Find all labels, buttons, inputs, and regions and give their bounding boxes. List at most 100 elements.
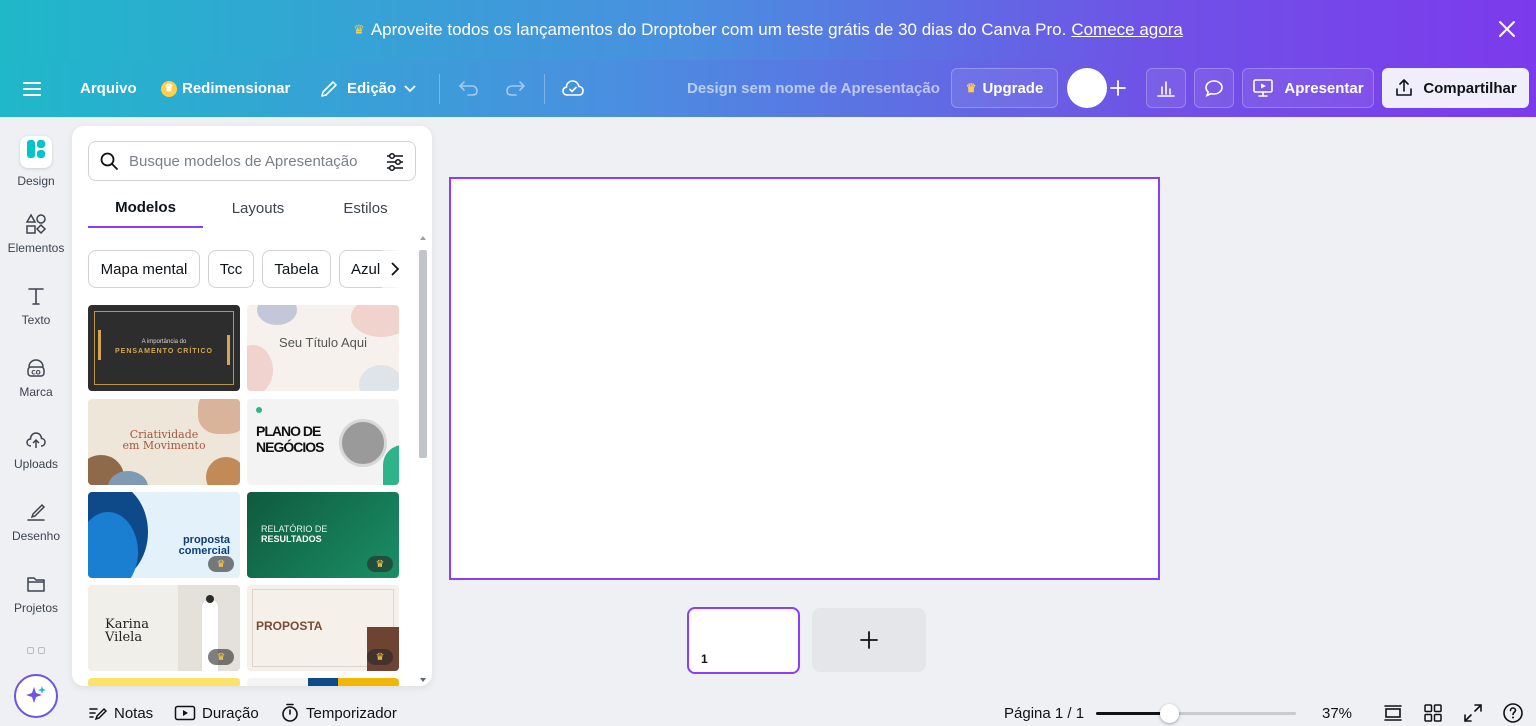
zoom-level[interactable]: 37%: [1322, 700, 1352, 726]
page-view-icon[interactable]: [1383, 703, 1403, 723]
chips-next-button[interactable]: [382, 250, 408, 288]
cloud-upload-icon: [26, 432, 46, 448]
svg-text:CO: CO: [31, 370, 41, 377]
redo-icon[interactable]: [504, 78, 526, 98]
cloud-saved-icon[interactable]: [561, 78, 585, 98]
tab-templates[interactable]: Modelos: [88, 188, 203, 228]
template-card[interactable]: Criatividade em Movimento: [88, 399, 240, 485]
search-input[interactable]: Busque modelos de Apresentação: [129, 153, 358, 170]
template-title: A importância do: [141, 339, 187, 345]
rail-item-projects[interactable]: Projetos: [0, 573, 72, 633]
more-apps-icon[interactable]: [27, 647, 45, 655]
user-avatar[interactable]: [1067, 68, 1107, 108]
rail-item-elements[interactable]: Elementos: [0, 213, 72, 273]
templates-panel: Busque modelos de Apresentação Modelos L…: [72, 126, 432, 686]
share-label: Compartilhar: [1423, 79, 1517, 97]
edit-mode-button[interactable]: Edição: [319, 60, 416, 117]
template-card[interactable]: [88, 678, 240, 686]
rail-item-brand[interactable]: CO Marca: [0, 357, 72, 417]
draw-pen-icon: [27, 503, 46, 521]
duration-icon: [174, 705, 196, 721]
add-collaborator-icon[interactable]: [1108, 78, 1128, 98]
page-number: 1: [701, 652, 708, 666]
template-card[interactable]: Seu Título Aqui: [247, 305, 399, 391]
chip-table[interactable]: Tabela: [262, 250, 331, 288]
rail-item-draw[interactable]: Desenho: [0, 501, 72, 561]
left-rail: Design Elementos Texto CO Marca Uploads …: [0, 117, 72, 726]
folder-icon: [27, 577, 45, 592]
close-icon[interactable]: [1496, 18, 1518, 40]
crown-icon: ♛: [353, 22, 365, 37]
brand-icon: CO: [27, 359, 45, 377]
template-title: PROPOSTA: [256, 619, 323, 633]
notes-button[interactable]: Notas: [88, 700, 153, 726]
duration-button[interactable]: Duração: [174, 700, 259, 726]
tab-layouts[interactable]: Layouts: [213, 188, 303, 228]
present-button[interactable]: Apresentar: [1242, 68, 1374, 108]
help-icon[interactable]: [1502, 702, 1524, 724]
panel-scrollbar[interactable]: [417, 236, 429, 686]
rail-item-uploads[interactable]: Uploads: [0, 429, 72, 489]
insights-button[interactable]: [1146, 68, 1186, 108]
template-card[interactable]: Karina Vilela ♛: [88, 585, 240, 671]
rail-label: Texto: [21, 313, 51, 327]
comments-button[interactable]: [1194, 68, 1234, 108]
upgrade-button[interactable]: ♛ Upgrade: [951, 68, 1058, 108]
timer-label: Temporizador: [306, 704, 397, 722]
rail-label: Desenho: [11, 529, 61, 543]
template-subtitle: NEGÓCIOS: [256, 439, 324, 455]
upload-share-icon: [1396, 79, 1413, 96]
share-button[interactable]: Compartilhar: [1382, 68, 1529, 108]
bottom-toolbar: Notas Duração Temporizador Página 1 / 1 …: [72, 700, 1536, 726]
timer-icon: [282, 703, 298, 722]
premium-crown-badge: ♛: [367, 556, 393, 572]
template-subtitle: PENSAMENTO CRÍTICO: [115, 348, 213, 355]
template-title: Seu Título Aqui: [279, 335, 367, 350]
chip-mind-map[interactable]: Mapa mental: [88, 250, 200, 288]
template-card[interactable]: proposta comercial ♛: [88, 492, 240, 578]
notes-icon: [89, 707, 108, 721]
resize-button[interactable]: ♛ Redimensionar: [161, 60, 290, 117]
rail-label: Design: [17, 174, 55, 188]
rail-label: Uploads: [13, 457, 59, 471]
premium-crown-badge: ♛: [208, 649, 234, 665]
grid-view-icon[interactable]: [1423, 703, 1443, 723]
rail-item-design[interactable]: Design: [0, 136, 72, 196]
menu-button[interactable]: [22, 60, 50, 117]
add-page-button[interactable]: [812, 608, 926, 672]
present-icon: [1253, 79, 1274, 97]
promo-banner: ♛ Aproveite todos os lançamentos do Drop…: [0, 0, 1536, 60]
comment-icon: [1205, 80, 1223, 98]
slide-canvas[interactable]: [449, 177, 1160, 580]
resize-label: Redimensionar: [182, 80, 291, 97]
rail-label: Marca: [19, 385, 53, 399]
chip-tcc[interactable]: Tcc: [208, 250, 254, 288]
template-card[interactable]: PROPOSTA ♛: [247, 585, 399, 671]
page-thumbnail[interactable]: 1: [687, 607, 800, 674]
rail-label: Elementos: [7, 241, 65, 255]
template-card[interactable]: [247, 678, 399, 686]
file-menu-button[interactable]: Arquivo: [80, 60, 137, 117]
page-indicator[interactable]: Página 1 / 1: [1004, 700, 1084, 726]
fullscreen-icon[interactable]: [1463, 703, 1483, 723]
template-search[interactable]: Busque modelos de Apresentação: [88, 141, 416, 181]
undo-icon[interactable]: [458, 78, 480, 98]
filter-sliders-icon[interactable]: [384, 151, 406, 173]
duration-label: Duração: [202, 704, 259, 722]
panel-tabs: Modelos Layouts Estilos: [88, 188, 416, 228]
magic-assistant-button[interactable]: [14, 674, 58, 718]
template-card[interactable]: A importância do PENSAMENTO CRÍTICO: [88, 305, 240, 391]
timer-button[interactable]: Temporizador: [280, 700, 397, 726]
chevron-down-icon: [404, 84, 416, 92]
design-title[interactable]: Design sem nome de Apresentação: [687, 60, 940, 117]
rail-item-text[interactable]: Texto: [0, 285, 72, 345]
template-card[interactable]: RELATÓRIO DE RESULTADOS ♛: [247, 492, 399, 578]
tab-styles[interactable]: Estilos: [323, 188, 408, 228]
upgrade-label: Upgrade: [982, 79, 1044, 97]
template-card[interactable]: PLANO DE NEGÓCIOS: [247, 399, 399, 485]
sparkle-icon: [26, 686, 46, 703]
plus-icon: [860, 631, 878, 649]
promo-link[interactable]: Comece agora: [1071, 20, 1183, 40]
zoom-slider-handle[interactable]: [1160, 704, 1179, 723]
zoom-slider[interactable]: [1096, 704, 1296, 723]
